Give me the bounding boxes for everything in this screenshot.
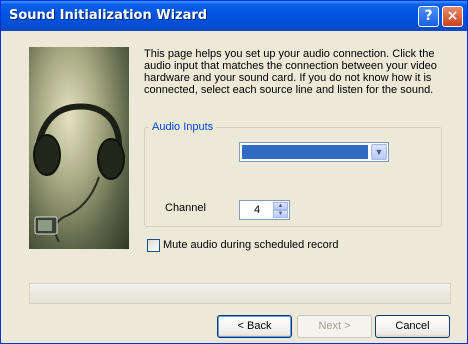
back-button[interactable]: < Back: [217, 315, 292, 338]
mute-audio-checkbox[interactable]: [147, 239, 160, 252]
wizard-headphones-image: [29, 47, 129, 249]
spin-up-icon[interactable]: ▲: [273, 202, 288, 210]
window-title: Sound Initialization Wizard: [9, 8, 208, 23]
mute-audio-label[interactable]: Mute audio during scheduled record: [163, 239, 339, 251]
headphones-illustration: [33, 103, 125, 243]
chevron-down-icon[interactable]: ▼: [371, 144, 387, 160]
progress-bar: [29, 283, 451, 304]
wizard-window: Sound Initialization Wizard ? × This pag…: [0, 0, 468, 344]
channel-value[interactable]: 4: [254, 204, 260, 216]
channel-label: Channel: [165, 202, 206, 214]
cancel-button[interactable]: Cancel: [375, 315, 450, 338]
spinner-buttons: ▲ ▼: [273, 202, 288, 218]
audio-input-dropdown[interactable]: ▼: [239, 142, 389, 162]
intro-text: This page helps you set up your audio co…: [144, 48, 437, 96]
spin-down-icon[interactable]: ▼: [273, 210, 288, 218]
next-button[interactable]: Next >: [297, 315, 372, 338]
audio-input-selected: [242, 145, 368, 159]
close-button[interactable]: ×: [442, 6, 463, 27]
help-button[interactable]: ?: [418, 6, 439, 27]
audio-inputs-label: Audio Inputs: [149, 121, 217, 133]
title-bar[interactable]: Sound Initialization Wizard ? ×: [1, 1, 467, 31]
channel-spinner[interactable]: 4 ▲ ▼: [239, 200, 290, 220]
